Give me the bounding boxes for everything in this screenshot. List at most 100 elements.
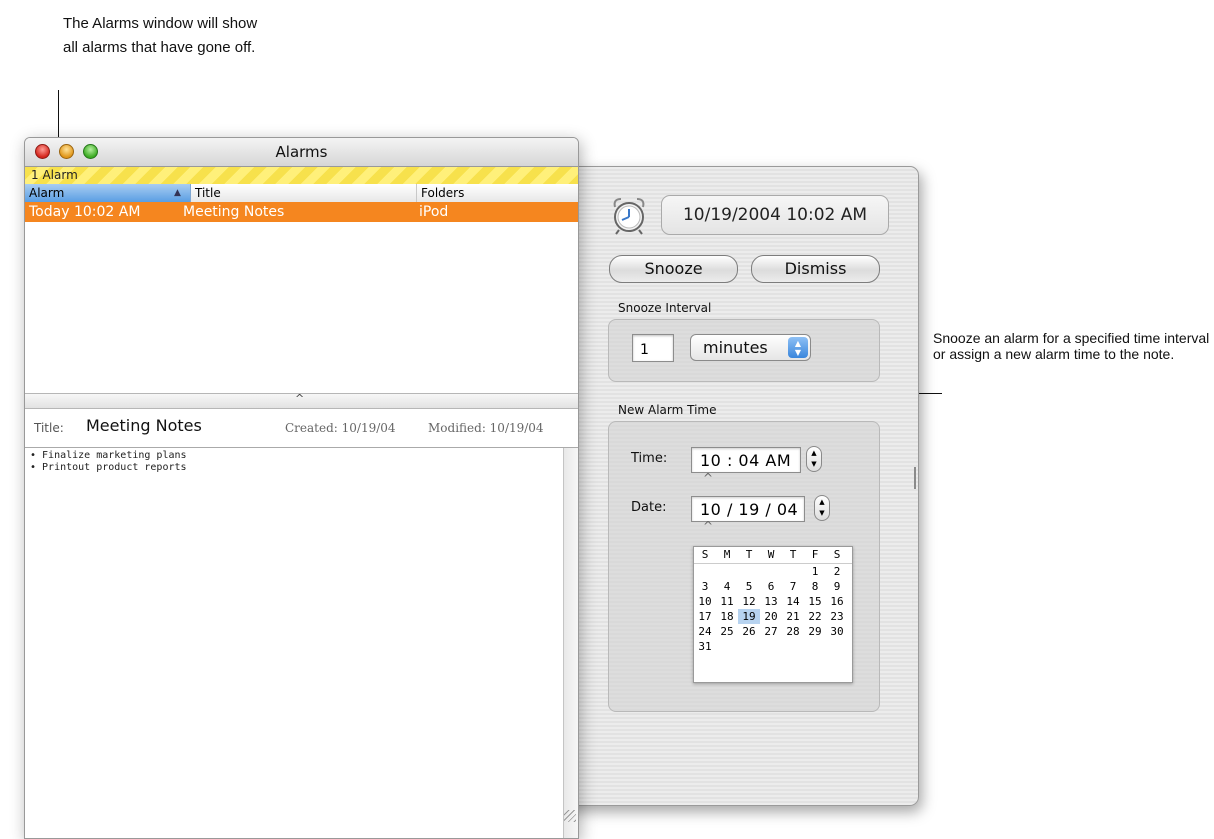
calendar-day[interactable]: 28 [782, 624, 804, 639]
weekday-label: T [745, 548, 753, 561]
calendar-day[interactable]: 30 [826, 624, 848, 639]
calendar-day[interactable] [760, 564, 782, 579]
calendar-day[interactable]: 31 [694, 639, 716, 654]
snooze-unit-select[interactable]: minutes ▲ ▼ [690, 334, 811, 361]
date-label: Date: [631, 500, 667, 515]
cell-folders: iPod [419, 204, 449, 220]
column-header-alarm[interactable]: Alarm ▲ [25, 184, 191, 202]
note-title-label: Title: [34, 421, 64, 435]
select-arrows-icon: ▲ ▼ [788, 337, 808, 358]
alarms-window: Alarms 1 Alarm Alarm ▲ Title Folders Tod… [24, 137, 579, 839]
time-stepper[interactable]: ▲ ▼ [806, 446, 822, 472]
calendar-day[interactable] [716, 639, 738, 654]
note-line: • Printout product reports [30, 462, 187, 473]
calendar-day[interactable]: 29 [804, 624, 826, 639]
calendar-day[interactable] [738, 564, 760, 579]
calendar-day[interactable]: 5 [738, 579, 760, 594]
calendar-day[interactable] [804, 639, 826, 654]
callout-snooze: Snooze an alarm for a specified time int… [933, 330, 1210, 362]
calendar-day[interactable]: 3 [694, 579, 716, 594]
calendar-day[interactable] [694, 564, 716, 579]
new-alarm-time-group: Time: 10 : 04 AM ▲ ▼ ^ Date: 10 / 19 / 04… [608, 421, 880, 712]
weekday-label: F [811, 548, 819, 561]
new-alarm-time-label: New Alarm Time [618, 403, 717, 417]
sort-ascending-icon: ▲ [174, 188, 181, 198]
resize-grip-icon[interactable] [564, 810, 576, 822]
calendar-day[interactable]: 17 [694, 609, 716, 624]
alarm-clock-icon [613, 198, 645, 235]
cell-alarm: Today 10:02 AM [29, 204, 141, 220]
calendar-day[interactable]: 16 [826, 594, 848, 609]
splitter-grip-icon: ^ [295, 392, 305, 405]
calendar-day[interactable]: 22 [804, 609, 826, 624]
calendar-day[interactable]: 14 [782, 594, 804, 609]
calendar-day[interactable]: 18 [716, 609, 738, 624]
note-header: Title: Meeting Notes Created: 10/19/04 M… [25, 409, 578, 448]
calendar-week: 1 2 [694, 564, 852, 579]
column-header-folders[interactable]: Folders [417, 184, 578, 202]
calendar-day[interactable]: 21 [782, 609, 804, 624]
snooze-value-field[interactable]: 1 [632, 334, 674, 362]
title-bar[interactable]: Alarms [25, 138, 578, 167]
calendar-day[interactable]: 15 [804, 594, 826, 609]
alarm-datetime-display: 10/19/2004 10:02 AM [661, 195, 889, 235]
cell-title: Meeting Notes [183, 204, 285, 220]
weekday-label: S [701, 548, 709, 561]
calendar-day[interactable]: 10 [694, 594, 716, 609]
calendar-week: 17 18 19 20 21 22 23 [694, 609, 852, 624]
window-title: Alarms [275, 143, 328, 161]
calendar-day[interactable] [782, 639, 804, 654]
calendar-day[interactable]: 9 [826, 579, 848, 594]
table-row[interactable]: Today 10:02 AM Meeting Notes iPod [25, 202, 578, 222]
calendar-day[interactable] [738, 639, 760, 654]
calendar-day[interactable] [716, 564, 738, 579]
caret-up-icon: ^ [703, 471, 714, 485]
weekday-label: M [723, 548, 731, 561]
calendar-day[interactable]: 6 [760, 579, 782, 594]
calendar-day[interactable]: 25 [716, 624, 738, 639]
calendar-day[interactable]: 11 [716, 594, 738, 609]
time-label: Time: [631, 451, 668, 466]
calendar-week: 10 11 12 13 14 15 16 [694, 594, 852, 609]
snooze-button[interactable]: Snooze [609, 255, 738, 283]
calendar-day[interactable]: 4 [716, 579, 738, 594]
calendar-day[interactable]: 2 [826, 564, 848, 579]
column-header-title[interactable]: Title [191, 184, 417, 202]
time-field[interactable]: 10 : 04 AM [691, 447, 801, 473]
vertical-scrollbar[interactable] [563, 448, 578, 838]
calendar-day-selected[interactable]: 19 [738, 609, 760, 624]
calendar-day[interactable]: 7 [782, 579, 804, 594]
note-body[interactable]: • Finalize marketing plans • Printout pr… [25, 448, 562, 838]
calendar-day[interactable] [826, 639, 848, 654]
note-modified-date: Modified: 10/19/04 [428, 421, 544, 435]
calendar-day[interactable] [760, 639, 782, 654]
calendar-week: 3 4 5 6 7 8 9 [694, 579, 852, 594]
calendar-day[interactable]: 27 [760, 624, 782, 639]
callout-alarms-window: The Alarms window will show all alarms t… [63, 15, 258, 56]
pane-splitter[interactable]: ^ [25, 392, 578, 409]
alarm-drawer: 10/19/2004 10:02 AM Snooze Dismiss Snooz… [560, 166, 919, 806]
calendar-week: 24 25 26 27 28 29 30 [694, 624, 852, 639]
date-stepper[interactable]: ▲ ▼ [814, 495, 830, 521]
dismiss-button[interactable]: Dismiss [751, 255, 880, 283]
calendar-day[interactable]: 8 [804, 579, 826, 594]
snooze-interval-label: Snooze Interval [618, 301, 712, 315]
calendar-day[interactable]: 24 [694, 624, 716, 639]
calendar-week: 31 [694, 639, 852, 654]
snooze-unit-value: minutes [703, 338, 768, 357]
weekday-label: W [767, 548, 775, 561]
snooze-interval-group: 1 minutes ▲ ▼ [608, 319, 880, 382]
calendar-day[interactable]: 23 [826, 609, 848, 624]
weekday-label: S [833, 548, 841, 561]
calendar-day[interactable]: 13 [760, 594, 782, 609]
calendar-day[interactable]: 20 [760, 609, 782, 624]
table-header: Alarm ▲ Title Folders [25, 184, 578, 203]
calendar-day[interactable]: 26 [738, 624, 760, 639]
note-title: Meeting Notes [86, 416, 202, 435]
calendar-day[interactable]: 1 [804, 564, 826, 579]
drawer-resize-handle[interactable] [914, 467, 916, 489]
calendar-day[interactable] [782, 564, 804, 579]
note-created-date: Created: 10/19/04 [285, 421, 396, 435]
calendar-day[interactable]: 12 [738, 594, 760, 609]
calendar-weekday-header: S M T W T F S [694, 547, 852, 564]
